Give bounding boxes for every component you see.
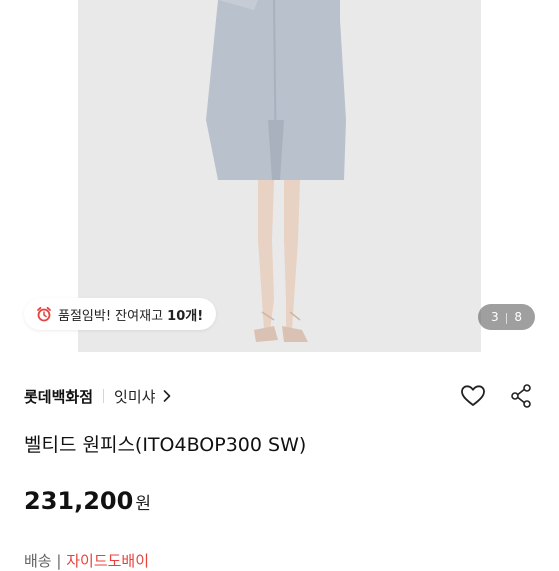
heart-icon	[461, 385, 485, 406]
total-pages: 8	[514, 310, 522, 324]
stock-warning-badge: 품절임박! 잔여재고 10개!	[24, 298, 217, 330]
alarm-clock-icon	[37, 306, 51, 322]
brand-link[interactable]: 잇미샤	[114, 386, 155, 407]
store-name[interactable]: 롯데백화점	[24, 386, 93, 407]
shipping-label: 배송	[24, 552, 52, 570]
shipping-row: 배송 | 자이드도배이	[24, 550, 149, 570]
price-amount: 231,200	[24, 487, 134, 515]
product-price: 231,200 원	[24, 487, 151, 515]
product-title: 벨티드 원피스(ITO4BOP300 SW)	[24, 434, 307, 456]
price-currency: 원	[135, 494, 151, 514]
product-image-carousel[interactable]: 품절임박! 잔여재고 10개! 3 | 8	[0, 0, 559, 352]
share-button[interactable]	[507, 382, 535, 410]
current-page: 3	[491, 310, 499, 324]
stock-count: 10개!	[167, 308, 204, 324]
divider	[103, 389, 105, 403]
chevron-right-icon[interactable]	[163, 390, 171, 402]
product-actions	[459, 380, 535, 412]
share-icon	[511, 384, 531, 408]
stock-warning-text: 품절임박! 잔여재고 10개!	[58, 308, 204, 324]
page-separator: |	[504, 310, 509, 324]
image-page-indicator: 3 | 8	[478, 304, 535, 330]
shipping-accent-text: 자이드도배이	[66, 552, 150, 570]
wishlist-button[interactable]	[459, 382, 487, 410]
divider: |	[56, 552, 67, 570]
brand-row: 롯데백화점 잇미샤	[24, 380, 535, 412]
